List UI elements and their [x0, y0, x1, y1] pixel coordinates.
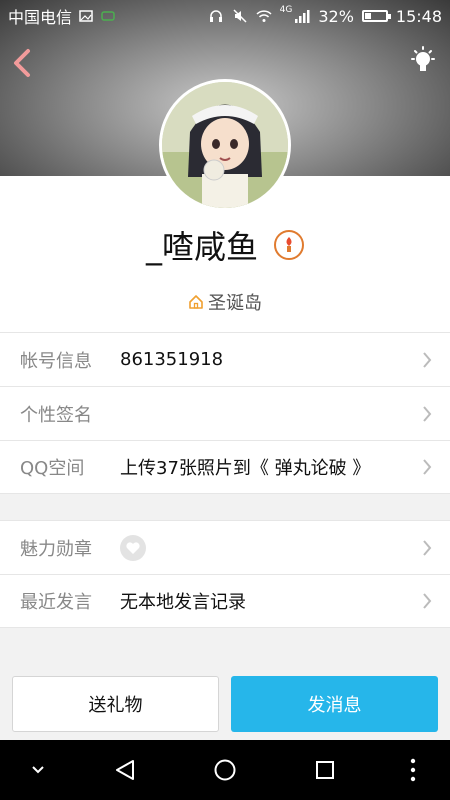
lightbulb-button[interactable] [408, 44, 438, 80]
signal-icon [295, 10, 310, 23]
location-label: 圣诞岛 [208, 293, 262, 314]
message-icon [101, 11, 115, 21]
carrier-label: 中国电信 [8, 8, 73, 27]
row-value: 861351918 [120, 349, 224, 370]
back-triangle-icon [116, 760, 134, 780]
row-label: QQ空间 [20, 458, 85, 479]
row-value: 上传37张照片到《 弹丸论破 》 [120, 458, 371, 479]
system-nav-bar [0, 740, 450, 800]
nickname-row: _喳咸鱼 [0, 222, 450, 268]
nickname: _喳咸鱼 [145, 228, 258, 266]
chevron-left-icon [14, 49, 30, 77]
row-label: 帐号信息 [20, 350, 92, 372]
battery-icon [361, 10, 391, 22]
nav-back-button[interactable] [105, 740, 145, 800]
chevron-right-icon [423, 351, 432, 368]
torch-icon [286, 237, 292, 252]
headphones-icon [209, 10, 222, 22]
more-vertical-icon [410, 758, 416, 782]
recents-square-icon [316, 761, 334, 779]
row-account-info[interactable]: 帐号信息 861351918 [0, 332, 450, 386]
heart-icon [126, 541, 140, 554]
row-charm-medal[interactable]: 魅力勋章 [0, 520, 450, 574]
nav-home-button[interactable] [205, 740, 245, 800]
nav-hide-button[interactable] [20, 740, 56, 800]
action-bar: 送礼物 发消息 [0, 676, 450, 734]
avatar-image [162, 82, 288, 208]
location-row: 圣诞岛 [0, 289, 450, 315]
lightbulb-icon [411, 46, 435, 71]
level-badge[interactable] [274, 230, 304, 260]
status-bar: 中国电信 4G 32% 15:48 [0, 0, 450, 32]
home-circle-icon [214, 759, 236, 781]
image-icon [79, 10, 93, 22]
nav-recents-button[interactable] [305, 740, 345, 800]
chevron-right-icon [423, 405, 432, 422]
row-label: 魅力勋章 [20, 538, 92, 560]
chevron-right-icon [423, 539, 432, 556]
send-gift-button[interactable]: 送礼物 [12, 676, 219, 732]
back-button[interactable] [6, 46, 36, 80]
nav-menu-button[interactable] [395, 740, 431, 800]
row-signature[interactable]: 个性签名 [0, 386, 450, 440]
extra-list: 魅力勋章 最近发言 无本地发言记录 [0, 520, 450, 628]
mute-icon [233, 9, 247, 23]
avatar[interactable] [159, 79, 291, 211]
chevron-right-icon [423, 459, 432, 475]
medal-badge [120, 534, 146, 561]
home-icon [189, 295, 203, 309]
send-message-button[interactable]: 发消息 [231, 676, 438, 732]
info-list: 帐号信息 861351918 个性签名 QQ空间 上传37张照片到《 弹丸论破 … [0, 332, 450, 494]
wifi-icon [256, 10, 272, 22]
row-label: 最近发言 [20, 592, 92, 613]
chevron-down-icon [32, 766, 44, 774]
row-recent-posts[interactable]: 最近发言 无本地发言记录 [0, 574, 450, 628]
row-qzone[interactable]: QQ空间 上传37张照片到《 弹丸论破 》 [0, 440, 450, 494]
network-label: 4G [279, 5, 293, 15]
row-value: 无本地发言记录 [120, 592, 246, 613]
chevron-right-icon [423, 593, 432, 609]
battery-percent: 32% [318, 6, 354, 26]
clock: 15:48 [395, 6, 442, 26]
row-label: 个性签名 [20, 404, 92, 426]
